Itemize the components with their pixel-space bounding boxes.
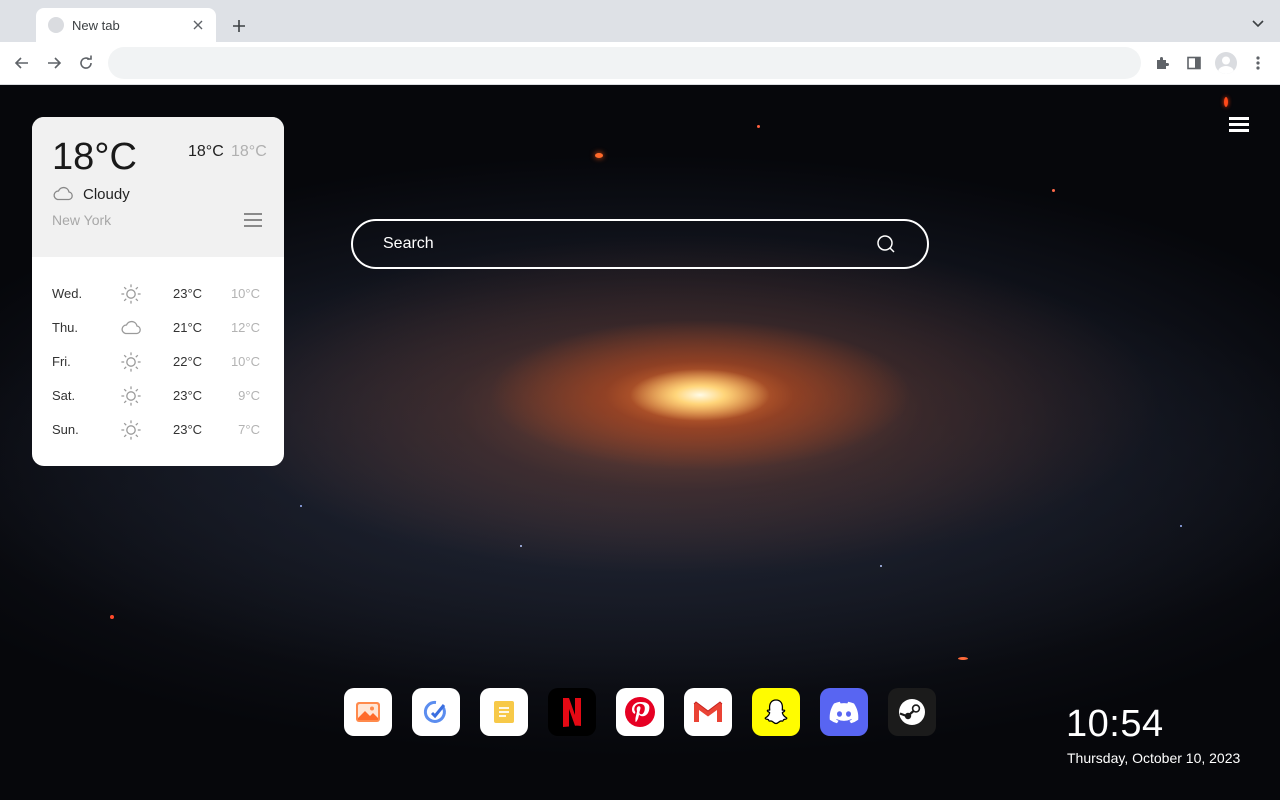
forecast-day: Wed. — [52, 286, 83, 301]
new-tab-button[interactable] — [226, 13, 252, 39]
forecast-low: 12°C — [230, 320, 260, 335]
app-gmail[interactable] — [684, 688, 732, 736]
app-netflix[interactable] — [548, 688, 596, 736]
browser-toolbar — [0, 42, 1280, 85]
arrow-right-icon — [48, 57, 62, 69]
weather-condition: Cloudy — [83, 186, 130, 203]
gmail-icon — [693, 701, 723, 722]
forecast-low: 9°C — [238, 388, 260, 403]
puzzle-icon — [1157, 57, 1169, 69]
side-panel-button[interactable] — [1180, 49, 1208, 77]
forecast-row: Fri. 22°C 10°C — [32, 345, 284, 379]
back-button[interactable] — [8, 49, 36, 77]
close-icon[interactable] — [190, 17, 206, 33]
forecast-high: 23°C — [173, 422, 203, 437]
app-notes[interactable] — [480, 688, 528, 736]
reload-icon — [80, 55, 92, 69]
forecast-high: 22°C — [173, 354, 203, 369]
discord-icon — [829, 701, 859, 724]
chevron-down-icon — [1252, 20, 1264, 28]
steam-icon — [899, 699, 925, 725]
forecast-low: 7°C — [238, 422, 260, 437]
search-icon — [877, 235, 895, 253]
browser-menu-button[interactable] — [1244, 49, 1272, 77]
hamburger-menu-button[interactable] — [1229, 117, 1249, 133]
search-bar — [351, 219, 929, 269]
tab-favicon-icon — [48, 17, 64, 33]
pinterest-icon — [625, 697, 655, 727]
forecast-row: Thu. 21°C 12°C — [32, 311, 284, 345]
cloud-icon — [119, 316, 143, 340]
tab-new-tab[interactable]: New tab — [36, 8, 216, 42]
snapchat-icon — [764, 699, 788, 725]
sun-icon — [119, 384, 143, 408]
sun-icon — [119, 282, 143, 306]
forecast-row: Sun. 23°C 7°C — [32, 413, 284, 447]
forecast-high: 23°C — [173, 286, 203, 301]
more-vertical-icon — [1256, 56, 1260, 70]
forecast-high: 23°C — [173, 388, 203, 403]
reload-button[interactable] — [72, 49, 100, 77]
cloud-icon — [53, 186, 73, 201]
app-snapchat[interactable] — [752, 688, 800, 736]
clock-date: Thursday, October 10, 2023 — [1067, 750, 1241, 766]
app-tasks[interactable] — [412, 688, 460, 736]
today-high: 18°C — [188, 143, 224, 160]
forecast-day: Fri. — [52, 354, 71, 369]
forecast-day: Sun. — [52, 422, 79, 437]
weather-current: 18°C 18°C 18°C Cloudy New York — [32, 117, 284, 257]
forecast-high: 21°C — [173, 320, 203, 335]
search-button[interactable] — [875, 233, 897, 255]
forecast-row: Sat. 23°C 9°C — [32, 379, 284, 413]
netflix-icon — [563, 698, 581, 727]
search-input[interactable] — [383, 235, 875, 253]
weather-widget: 18°C 18°C 18°C Cloudy New York Wed. 23°C 1… — [32, 117, 284, 466]
forecast-low: 10°C — [230, 286, 260, 301]
tasks-icon — [423, 700, 446, 723]
today-low: 18°C — [231, 143, 267, 160]
app-steam[interactable] — [888, 688, 936, 736]
sun-icon — [119, 350, 143, 374]
tab-search-button[interactable] — [1248, 14, 1268, 34]
tab-title: New tab — [72, 17, 120, 33]
forecast-row: Wed. 23°C 10°C — [32, 277, 284, 311]
forecast-day: Sat. — [52, 388, 76, 403]
tab-strip: New tab — [0, 0, 1280, 42]
current-temperature: 18°C — [52, 136, 137, 178]
weather-city: New York — [52, 212, 112, 228]
plus-icon — [233, 20, 245, 32]
arrow-left-icon — [14, 57, 28, 69]
weather-menu-button[interactable] — [244, 213, 262, 229]
app-pinterest[interactable] — [616, 688, 664, 736]
forecast-day: Thu. — [52, 320, 79, 335]
side-panel-icon — [1187, 56, 1201, 70]
forecast-low: 10°C — [230, 354, 260, 369]
extensions-button[interactable] — [1148, 49, 1176, 77]
address-bar[interactable] — [108, 47, 1141, 79]
app-dock — [344, 688, 936, 736]
sun-icon — [119, 418, 143, 442]
app-gallery[interactable] — [344, 688, 392, 736]
gallery-icon — [356, 702, 380, 722]
profile-button[interactable] — [1212, 49, 1240, 77]
clock-time: 10:54 — [1066, 703, 1164, 745]
notes-icon — [494, 701, 514, 723]
avatar — [1215, 52, 1237, 74]
forward-button[interactable] — [40, 49, 68, 77]
app-discord[interactable] — [820, 688, 868, 736]
